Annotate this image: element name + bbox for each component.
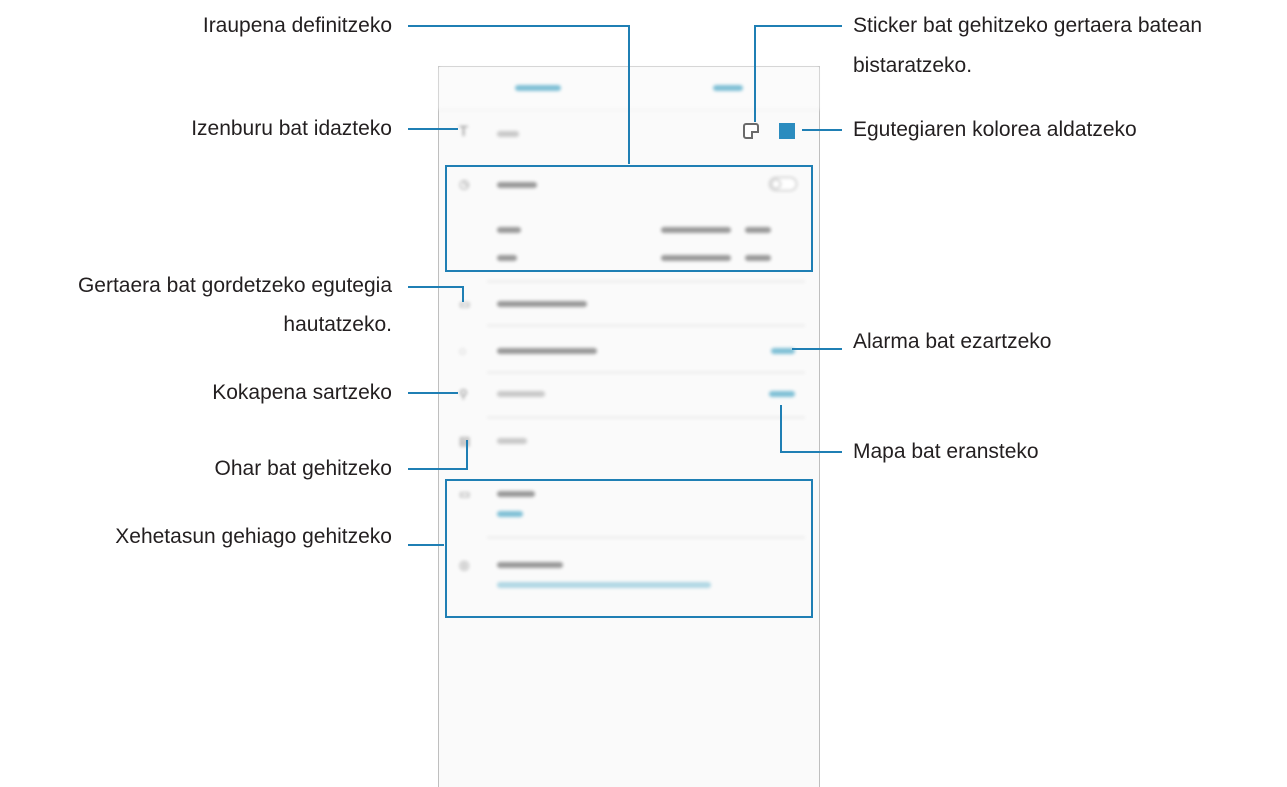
calendar-icon: ▭ [459,297,471,311]
sticker-icon[interactable] [743,123,759,139]
location-pin-icon: ⚲ [459,387,468,401]
callout-color: Egutegiaren kolorea aldatzeko [853,118,1137,141]
callout-sticker-line2: bistaratzeko. [853,54,973,77]
details-highlight-box [445,479,813,618]
callout-sticker-line1: Sticker bat gehitzeko gertaera batean [853,14,1203,37]
map-button[interactable] [769,391,795,397]
alarm-icon: ◌ [459,344,467,358]
callout-location: Kokapena sartzeko [212,381,392,404]
callout-alarm: Alarma bat ezartzeko [853,330,1052,353]
event-editor-screen: T ◷ ▭ ◌ ⚲ ▤ ▭ ◎ [438,66,820,787]
callout-title: Izenburu bat idazteko [191,117,392,140]
cancel-button[interactable] [515,85,561,91]
callout-map: Mapa bat eransteko [853,440,1039,463]
save-button[interactable] [713,85,743,91]
callout-details: Xehetasun gehiago gehitzeko [115,525,392,548]
note-icon: ▤ [459,434,471,448]
calendar-color-button[interactable] [779,123,795,139]
callout-calendar-line1: Gertaera bat gordetzeko egutegia [77,274,392,297]
callout-calendar-line2: hautatzeko. [283,313,392,336]
callout-duration: Iraupena definitzeko [202,14,392,37]
callout-note: Ohar bat gehitzeko [214,457,392,480]
title-input[interactable] [497,131,519,137]
title-icon: T [459,123,469,140]
duration-highlight-box [445,165,813,272]
